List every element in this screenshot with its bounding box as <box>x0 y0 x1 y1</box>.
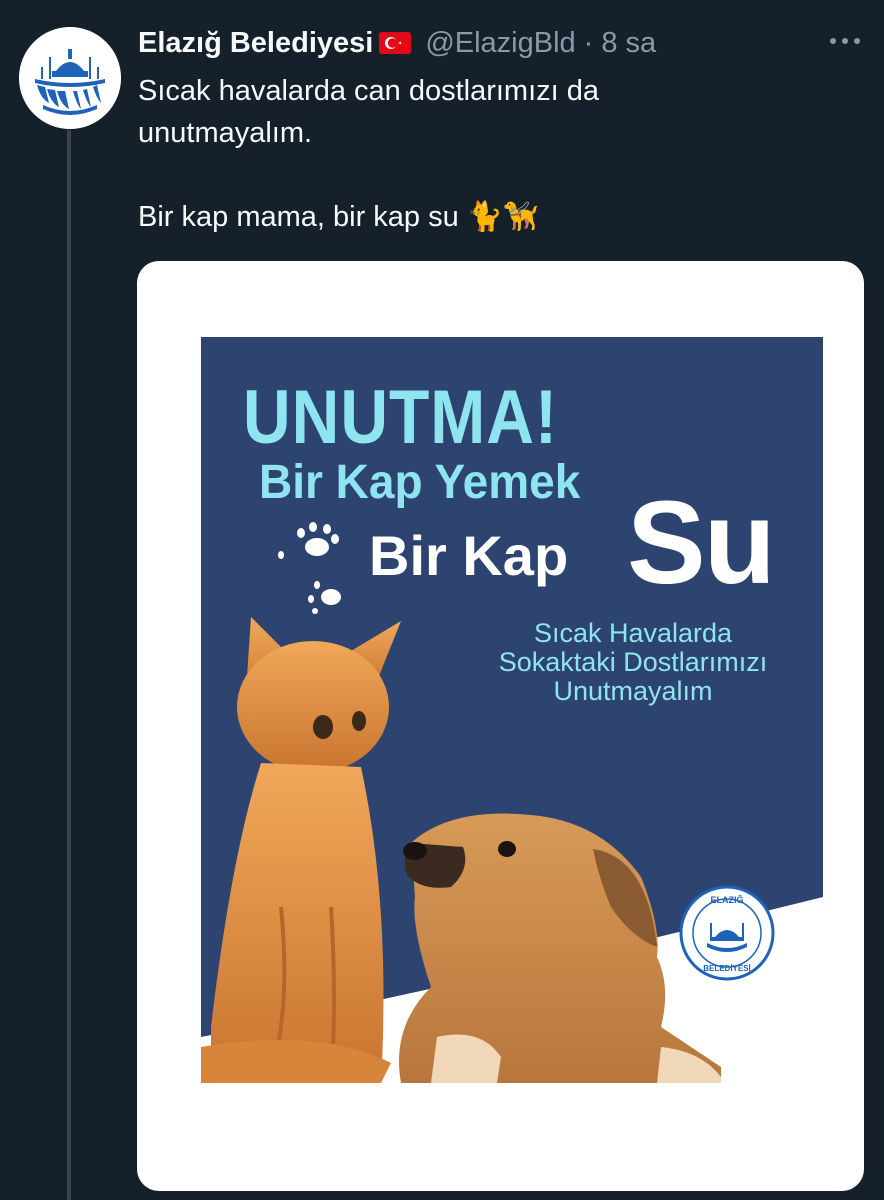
dot <box>842 38 848 44</box>
tweet-text-line: Sıcak havalarda can dostlarımızı da <box>138 75 600 107</box>
svg-text:ELAZIĞ: ELAZIĞ <box>711 894 744 905</box>
tweet-text: Sıcak havalarda can dostlarımızı da unut… <box>138 70 838 238</box>
poster-line-kap: Bir Kap <box>369 524 569 587</box>
tweet[interactable]: Elazığ Belediyesi @ElazigBld · 8 sa Sıca… <box>0 0 884 1200</box>
cat-and-dog-illustration <box>201 617 721 1083</box>
turkey-flag-icon <box>379 32 412 54</box>
avatar[interactable] <box>19 27 121 129</box>
poster-line-yemek: Bir Kap Yemek <box>259 454 581 509</box>
thread-line <box>67 130 71 1200</box>
display-name[interactable]: Elazığ Belediyesi <box>138 27 373 60</box>
dog-image <box>399 813 721 1083</box>
more-dots-icon[interactable] <box>830 38 860 44</box>
poster: UNUTMA! Bir Kap Yemek Bir Kap Su Sıcak H… <box>201 337 823 1083</box>
handle[interactable]: @ElazigBld <box>425 27 575 60</box>
separator: · <box>583 26 594 59</box>
cat-image <box>201 617 401 1083</box>
poster-headline: UNUTMA! <box>243 374 558 460</box>
municipality-seal-icon: ELAZIĞ BELEDİYESİ <box>679 885 775 981</box>
tweet-media[interactable]: UNUTMA! Bir Kap Yemek Bir Kap Su Sıcak H… <box>137 261 864 1191</box>
timestamp[interactable]: 8 sa <box>601 27 656 60</box>
dot <box>830 38 836 44</box>
tweet-text-line: unutmayalım. <box>138 117 313 149</box>
municipality-logo-icon <box>19 27 121 129</box>
svg-text:BELEDİYESİ: BELEDİYESİ <box>703 964 751 973</box>
poster-line-su: Su <box>627 477 776 609</box>
paw-prints-icon <box>278 522 341 614</box>
tweet-header: Elazığ Belediyesi @ElazigBld · 8 sa <box>138 22 864 64</box>
tweet-text-line: Bir kap mama, bir kap su 🐈🦮 <box>138 201 540 233</box>
dot <box>854 38 860 44</box>
